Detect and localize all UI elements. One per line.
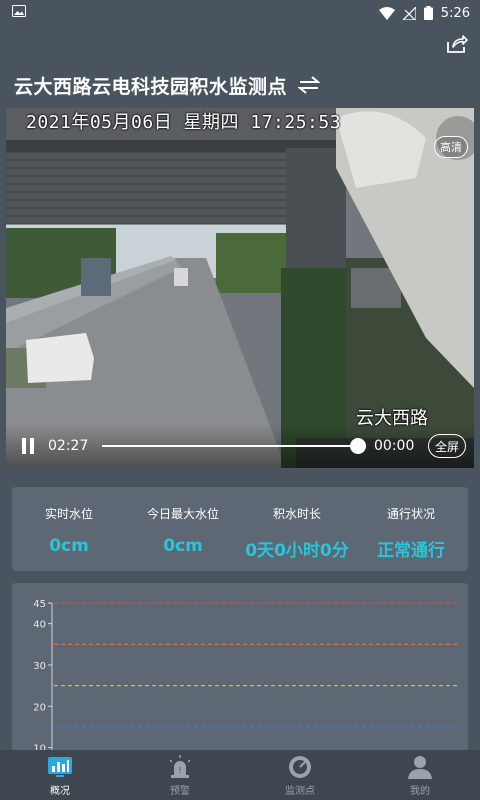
water-stats-card: 实时水位 0cm 今日最大水位 0cm 积水时长 0天0小时0分 通行状况 正常… [12,487,468,571]
stat-label: 积水时长 [272,507,321,521]
stat-label: 实时水位 [44,507,93,521]
water-level-chart: 4540302010 [12,583,468,773]
stat-value: 正常通行 [377,541,445,561]
nav-item-profile[interactable]: 我的 [360,750,480,800]
fullscreen-button[interactable]: 全屏 [428,434,466,458]
gallery-notification-icon [12,5,26,21]
wifi-icon [378,6,395,20]
progress-slider[interactable] [102,438,366,454]
stat-realtime-level: 实时水位 0cm [12,487,126,571]
stat-value: 0天0小时0分 [245,541,349,561]
chart-canvas: 4540302010 [33,599,458,773]
pause-icon [22,438,34,454]
battery-icon [423,6,433,20]
nav-label: 预警 [170,785,190,797]
stat-value: 0cm [49,536,89,556]
video-controls: 02:27 00:00 全屏 [6,424,474,468]
osd-timestamp: 2021年05月06日 星期四 17:25:53 [26,112,342,133]
nav-label: 概况 [50,785,70,797]
total-time: 00:00 [374,438,415,454]
svg-text:!: ! [178,766,181,775]
overview-chart-icon [47,754,73,780]
progress-thumb[interactable] [350,438,366,454]
switch-station-button[interactable] [297,73,321,97]
nav-item-stations[interactable]: 监测点 [240,750,360,800]
status-time: 5:26 [440,5,470,21]
swap-arrows-icon [298,76,321,94]
stat-max-level: 今日最大水位 0cm [126,487,240,571]
y-tick-label: 30 [33,661,46,672]
user-icon [407,754,433,780]
y-tick-label: 20 [33,702,46,713]
nav-label: 监测点 [285,785,315,797]
share-icon [447,35,468,53]
top-actions [0,26,480,62]
stat-traffic-status: 通行状况 正常通行 [354,487,468,571]
stat-label: 通行状况 [386,507,435,521]
share-button[interactable] [444,31,470,57]
current-time: 02:27 [48,438,89,454]
y-tick-label: 45 [33,599,46,610]
page-title: 云大西路云电科技园积水监测点 [14,75,288,98]
stat-label: 今日最大水位 [146,507,219,521]
video-player[interactable]: 2021年05月06日 星期四 17:25:53 高清 云大西路 02:27 0… [6,108,474,468]
nav-item-alerts[interactable]: ! 预警 [120,750,240,800]
stat-duration: 积水时长 0天0小时0分 [240,487,354,571]
bottom-nav: 概况 ! 预警 监测点 我的 [0,750,480,800]
gauge-icon [287,754,313,780]
nav-item-overview[interactable]: 概况 [0,750,120,800]
status-bar: 5:26 [0,0,480,26]
pause-button[interactable] [18,436,38,456]
hd-quality-button[interactable]: 高清 [434,136,468,158]
y-tick-label: 40 [33,620,46,631]
nav-label: 我的 [410,785,430,797]
title-row: 云大西路云电科技园积水监测点 [0,62,480,108]
alarm-light-icon: ! [167,754,193,780]
stat-value: 0cm [163,536,203,556]
no-signal-icon [402,6,416,20]
